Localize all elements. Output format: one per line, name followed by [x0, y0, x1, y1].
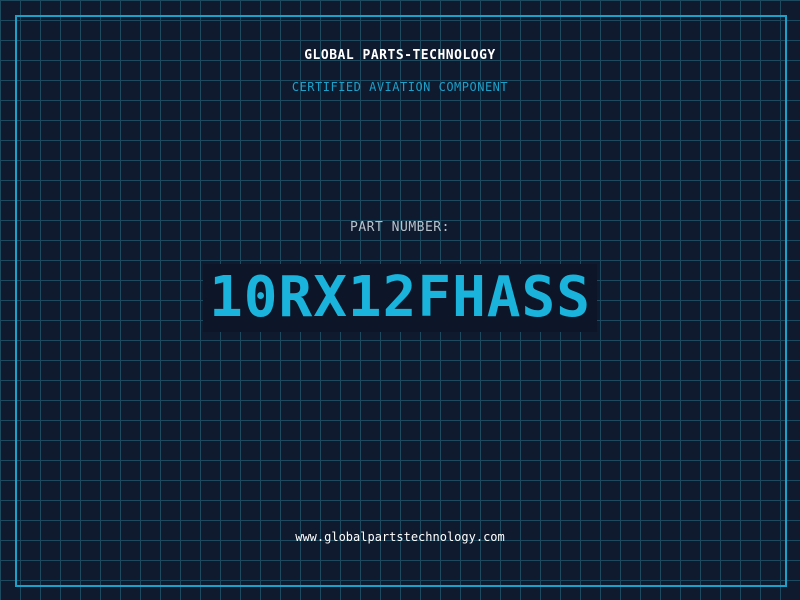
part-number-label: PART NUMBER: — [350, 220, 450, 235]
part-number-value: 10RX12FHASS — [203, 264, 597, 332]
part-number-container: 10RX12FHASS — [0, 264, 800, 332]
certification-subtitle: CERTIFIED AVIATION COMPONENT — [291, 80, 509, 94]
company-name: GLOBAL PARTS-TECHNOLOGY — [304, 48, 496, 63]
website-link[interactable]: www.globalpartstechnology.com — [0, 530, 800, 544]
